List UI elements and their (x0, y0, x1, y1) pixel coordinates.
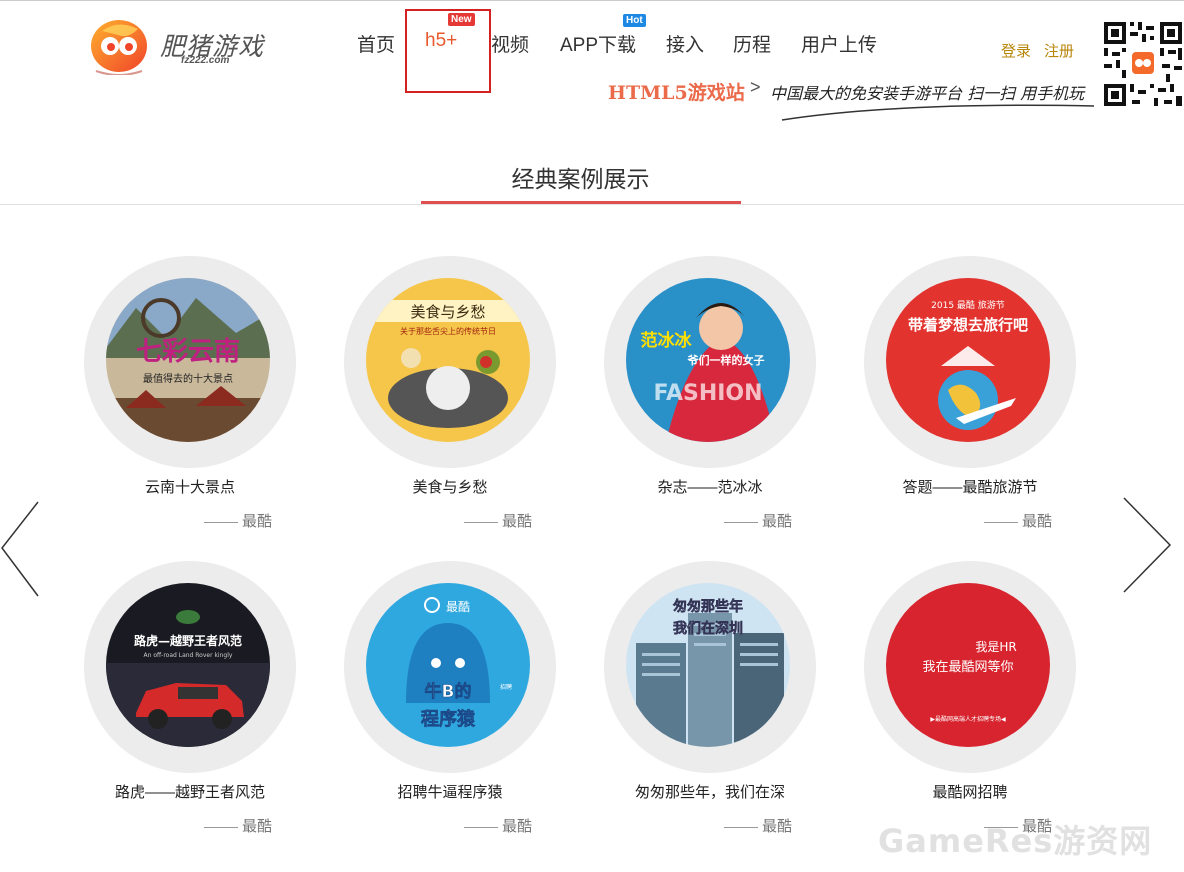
section-title: 经典案例展示 (511, 166, 650, 192)
case-title[interactable]: 最酷网招聘 (864, 781, 1076, 802)
slogan-site: HTML5游戏站 (608, 82, 745, 104)
thumbnail-text: 路虎—越野王者风范 (134, 633, 242, 648)
thumbnail-text: 匆匆那些年 (672, 598, 743, 615)
thumbnail-subtext: 程序猿 (421, 708, 476, 730)
qr-code-icon[interactable] (1102, 20, 1184, 108)
case-card[interactable]: 我是HR 我在最酷网等你 ▶最酷网高端人才招聘专场◀ 最酷网招聘 最酷 (780, 561, 1076, 841)
section-title-underline (421, 201, 741, 204)
case-title[interactable]: 答题——最酷旅游节 (864, 476, 1076, 497)
logo-mark-icon (91, 20, 147, 75)
thumbnail-extra: ▶最酷网高端人才招聘专场◀ (930, 715, 1006, 723)
thumbnail-text: 牛B的 (425, 681, 472, 702)
slogan-swoosh (781, 104, 1095, 121)
case-card[interactable]: 2015 最酷 旅游节 带着梦想去旅行吧 答题——最酷旅游节 最酷 (780, 256, 1076, 536)
watermark: GameRes游资网 (878, 822, 1153, 860)
nav-item-access[interactable]: 接入 (666, 30, 704, 57)
thumbnail-subtext: 关于那些舌尖上的传统节日 (400, 326, 496, 336)
thumbnail-subtext: 我在最酷网等你 (922, 659, 1013, 675)
case-card[interactable]: 路虎—越野王者风范 An off-road Land Rover kingly … (0, 561, 296, 841)
nav-item-video[interactable]: 视频 (491, 30, 529, 57)
nav-item-user-upload[interactable]: 用户上传 (801, 30, 877, 57)
case-card[interactable]: 七彩云南 最值得去的十大景点 云南十大景点 最酷 (0, 256, 296, 536)
thumbnail-subtext: 2015 最酷 旅游节 (931, 299, 1005, 311)
case-thumbnail[interactable]: 最酷 牛B的 程序猿 招聘 (366, 583, 530, 747)
login-link[interactable]: 登录 (1001, 40, 1031, 61)
thumbnail-tag: 招聘 (500, 683, 512, 691)
case-thumbnail[interactable]: 匆匆那些年 我们在深圳 (626, 583, 790, 747)
case-thumbnail[interactable]: 路虎—越野王者风范 An off-road Land Rover kingly (106, 583, 270, 747)
thumbnail-extra: 最酷 (446, 600, 470, 614)
thumbnail-text: 美食与乡愁 (410, 303, 485, 321)
case-card[interactable]: 最酷 牛B的 程序猿 招聘 招聘牛逼程序猿 最酷 (260, 561, 556, 841)
nav-item-app-download[interactable]: APP下载 (560, 30, 636, 57)
case-thumbnail[interactable]: 七彩云南 最值得去的十大景点 (106, 278, 270, 442)
case-thumbnail[interactable]: 我是HR 我在最酷网等你 ▶最酷网高端人才招聘专场◀ (886, 583, 1050, 747)
chevron-right-icon[interactable] (1122, 496, 1172, 594)
case-author: 最酷 (984, 510, 1052, 531)
section-divider (0, 204, 1184, 205)
thumbnail-text: 带着梦想去旅行吧 (908, 316, 1028, 334)
nav-item-history[interactable]: 历程 (733, 30, 771, 57)
thumbnail-extra: FASHION (653, 381, 762, 406)
thumbnail-text: 我是HR (975, 640, 1016, 654)
thumbnail-text: 七彩云南 (136, 337, 240, 367)
thumbnail-subtext: 我们在深圳 (673, 620, 743, 637)
register-link[interactable]: 注册 (1044, 40, 1074, 61)
case-thumbnail[interactable]: 美食与乡愁 关于那些舌尖上的传统节日 (366, 278, 530, 442)
case-card[interactable]: 美食与乡愁 关于那些舌尖上的传统节日 美食与乡愁 最酷 (260, 256, 556, 536)
case-card[interactable]: 匆匆那些年 我们在深圳 匆匆那些年，我们在深 最酷 (520, 561, 816, 841)
case-thumbnail-ring: 我是HR 我在最酷网等你 ▶最酷网高端人才招聘专场◀ (864, 561, 1076, 773)
site-logo[interactable]: 肥猪游戏 fz222.com (88, 13, 268, 79)
thumbnail-subtext: 最值得去的十大景点 (143, 372, 233, 385)
logo-domain: fz222.com (181, 55, 230, 66)
top-border (0, 0, 1184, 1)
nav-item-h5[interactable]: h5+ (425, 30, 457, 52)
nav-item-home[interactable]: 首页 (357, 30, 395, 57)
case-thumbnail-ring: 2015 最酷 旅游节 带着梦想去旅行吧 (864, 256, 1076, 468)
thumbnail-text: 范冰冰 (641, 330, 693, 351)
hot-badge: Hot (623, 14, 646, 27)
case-thumbnail[interactable]: 范冰冰 爷们一样的女子 FASHION (626, 278, 790, 442)
new-badge: New (448, 13, 475, 26)
slogan-arrow: > (750, 77, 761, 97)
thumbnail-subtext: 爷们一样的女子 (687, 353, 765, 367)
case-card[interactable]: 范冰冰 爷们一样的女子 FASHION 杂志——范冰冰 最酷 (520, 256, 816, 536)
case-thumbnail[interactable]: 2015 最酷 旅游节 带着梦想去旅行吧 (886, 278, 1050, 442)
thumbnail-subtext: An off-road Land Rover kingly (144, 652, 233, 659)
